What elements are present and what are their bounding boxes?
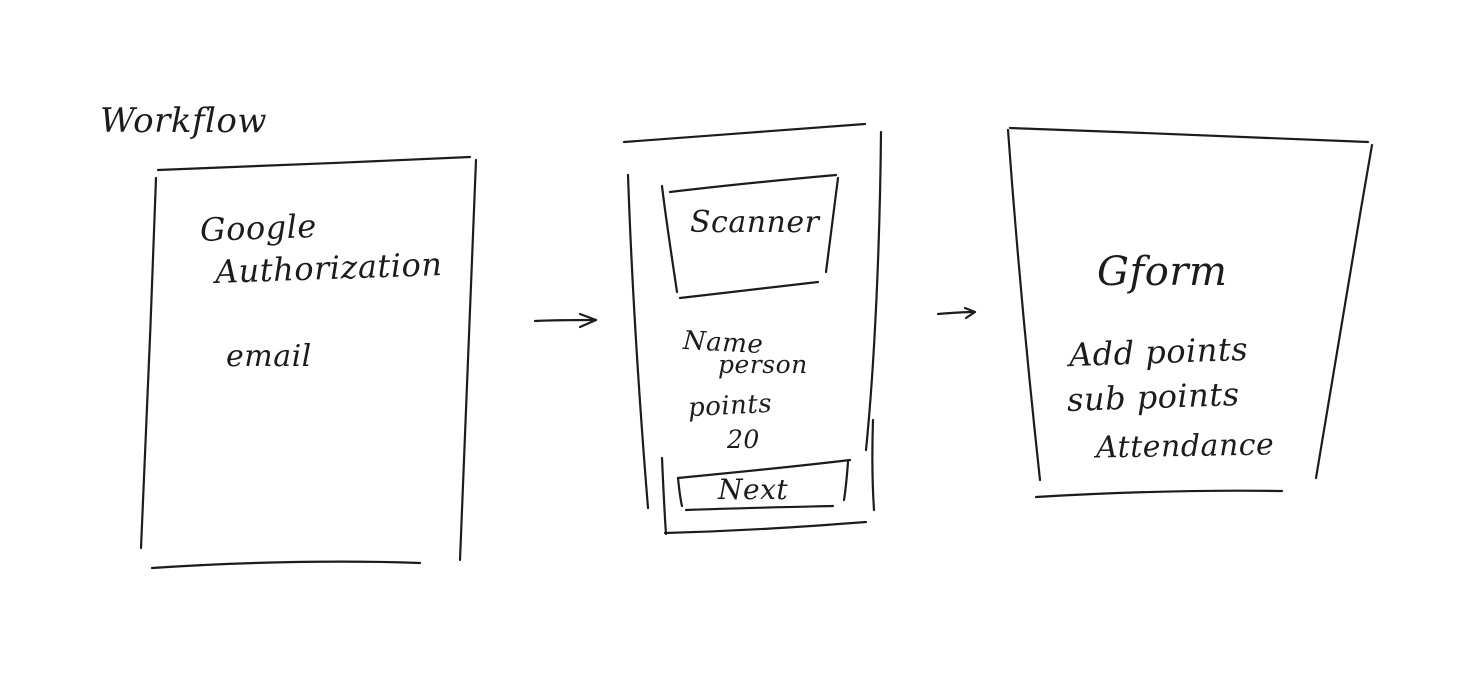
next-button[interactable]: Next bbox=[718, 476, 788, 504]
arrow-1 bbox=[533, 312, 598, 329]
gform-title: Gform bbox=[1097, 249, 1228, 295]
google-label: Google bbox=[199, 206, 318, 250]
points-label: points bbox=[687, 388, 773, 424]
email-field[interactable]: email bbox=[226, 342, 312, 372]
attendance-option[interactable]: Attendance bbox=[1096, 427, 1275, 465]
add-points-option[interactable]: Add points bbox=[1068, 330, 1248, 374]
diagram-title: Workflow bbox=[100, 101, 267, 141]
sub-points-option[interactable]: sub points bbox=[1066, 375, 1240, 419]
name-value: person bbox=[718, 350, 808, 379]
scanner-label: Scanner bbox=[690, 205, 820, 240]
points-value: 20 bbox=[727, 425, 760, 454]
arrow-2 bbox=[936, 306, 977, 320]
authorization-label: Authorization bbox=[214, 245, 443, 291]
